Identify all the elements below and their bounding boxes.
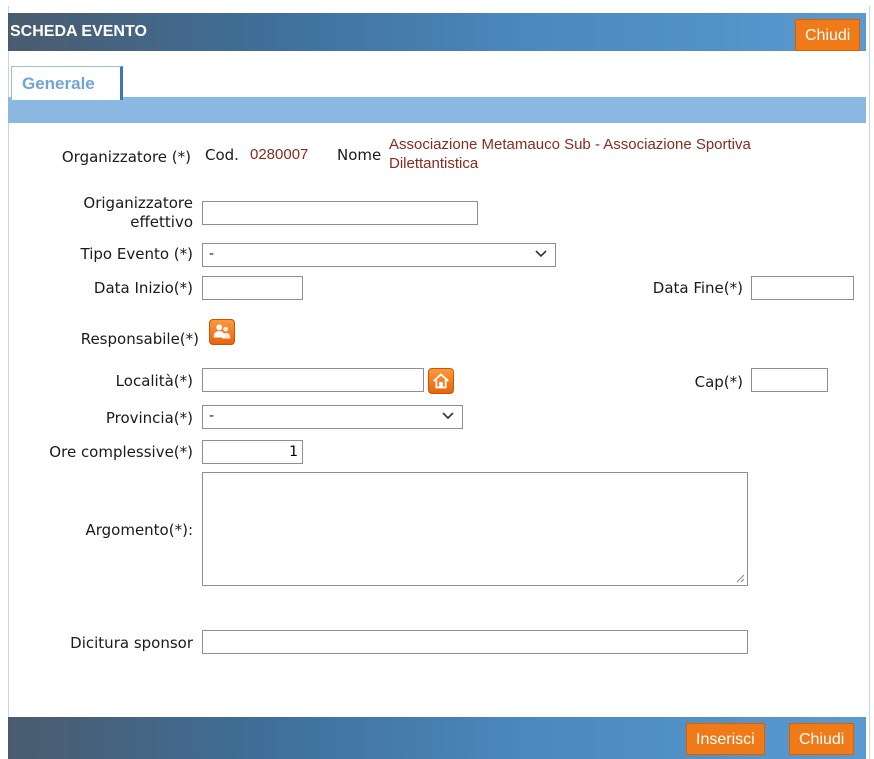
provincia-select[interactable]: -	[202, 405, 463, 429]
cod-label: Cod.	[205, 146, 239, 164]
close-button-bottom[interactable]: Chiudi	[789, 723, 855, 755]
organizzatore-effettivo-label-1: Origanizzatore	[83, 194, 193, 212]
chevron-down-icon	[442, 412, 454, 420]
dialog-title: SCHEDA EVENTO	[10, 23, 147, 40]
close-button-top[interactable]: Chiudi	[795, 19, 861, 51]
provincia-label: Provincia(*)	[105, 409, 193, 427]
organizzatore-effettivo-input[interactable]	[202, 201, 478, 225]
localita-label: Località(*)	[115, 372, 193, 390]
localita-input[interactable]	[202, 368, 424, 392]
responsabile-people-button[interactable]	[209, 319, 235, 345]
dicitura-sponsor-label: Dicitura sponsor	[70, 634, 193, 652]
responsabile-label: Responsabile(*)	[80, 330, 199, 348]
tab-bar	[8, 97, 866, 123]
cod-value: 0280007	[250, 146, 309, 163]
argomento-textarea[interactable]	[202, 472, 748, 586]
nome-label: Nome	[337, 146, 382, 164]
nome-value-line2: Dilettantistica	[389, 155, 479, 172]
home-icon	[433, 373, 449, 389]
ore-complessive-input[interactable]	[202, 440, 303, 464]
data-fine-label: Data Fine(*)	[652, 279, 743, 297]
people-icon	[213, 324, 231, 339]
tab-generale[interactable]: Generale	[11, 66, 123, 100]
organizzatore-effettivo-label-2: effettivo	[130, 213, 193, 231]
localita-lookup-button[interactable]	[428, 368, 454, 394]
insert-button[interactable]: Inserisci	[686, 723, 765, 755]
resize-grip-icon[interactable]	[735, 573, 745, 583]
cap-input[interactable]	[751, 368, 828, 392]
tipo-evento-select[interactable]: -	[202, 243, 556, 267]
data-fine-input[interactable]	[751, 276, 854, 300]
ore-complessive-label: Ore complessive(*)	[49, 443, 193, 461]
chevron-down-icon	[535, 250, 547, 258]
organizzatore-label: Organizzatore (*)	[61, 148, 191, 166]
tipo-evento-selected: -	[209, 246, 215, 262]
argomento-label: Argomento(*):	[85, 521, 193, 539]
title-bar: SCHEDA EVENTO	[8, 13, 866, 51]
tab-generale-label: Generale	[22, 74, 95, 93]
cap-label: Cap(*)	[694, 373, 743, 391]
data-inizio-label: Data Inizio(*)	[93, 279, 193, 297]
dicitura-sponsor-input[interactable]	[202, 630, 748, 654]
provincia-selected: -	[209, 408, 215, 424]
tipo-evento-label: Tipo Evento (*)	[80, 245, 193, 263]
data-inizio-input[interactable]	[202, 276, 303, 300]
nome-value-line1: Associazione Metamauco Sub - Associazion…	[389, 136, 751, 153]
